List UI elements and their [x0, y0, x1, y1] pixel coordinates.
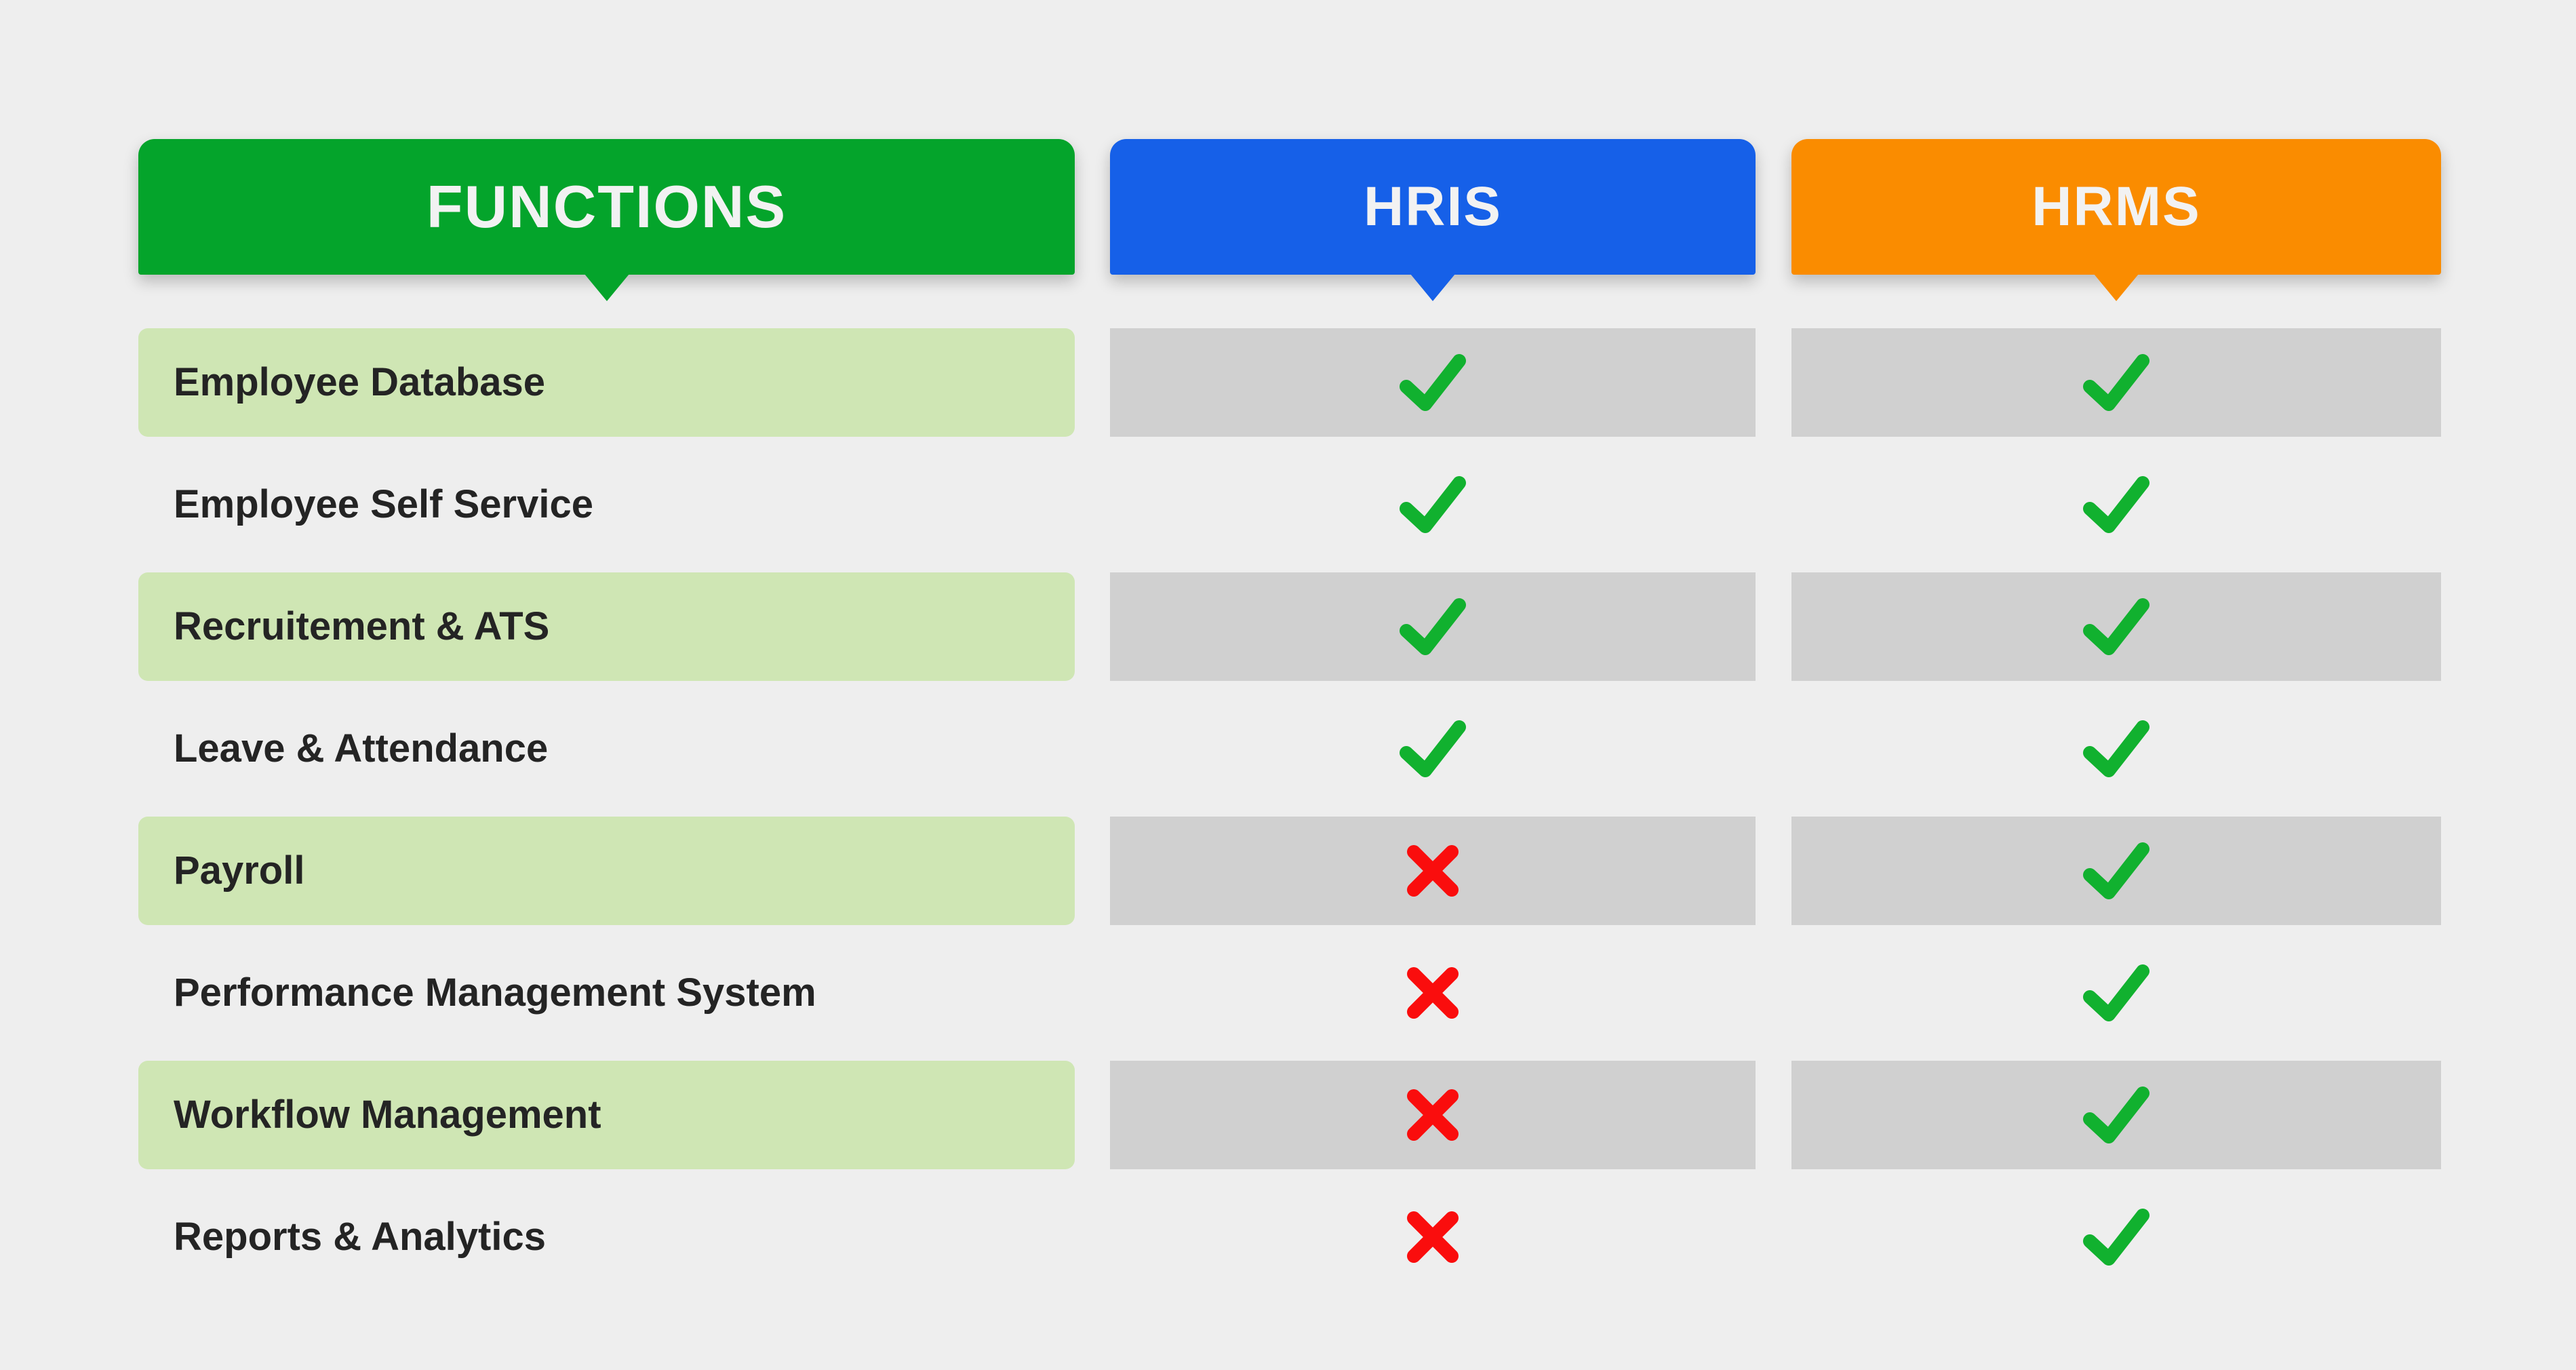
function-label: Payroll: [174, 848, 305, 893]
table-row: Recruitement & ATS: [0, 572, 2576, 694]
function-label: Reports & Analytics: [174, 1215, 546, 1259]
function-label: Workflow Management: [174, 1093, 601, 1137]
table-row: Workflow Management: [0, 1061, 2576, 1183]
column-header-hris-label: HRIS: [1364, 176, 1502, 237]
hrms-cell: [1791, 694, 2441, 803]
function-cell: Employee Self Service: [138, 450, 1075, 559]
header-pointer-hrms-icon: [2094, 274, 2139, 301]
hrms-cell: [1791, 328, 2441, 437]
function-cell: Reports & Analytics: [138, 1183, 1075, 1291]
hris-cell: [1110, 1061, 1756, 1169]
hris-cell: [1110, 817, 1756, 925]
function-label: Employee Self Service: [174, 482, 593, 526]
check-icon: [2083, 842, 2149, 899]
hris-cell: [1110, 328, 1756, 437]
function-label: Employee Database: [174, 360, 546, 404]
hrms-cell: [1791, 817, 2441, 925]
function-label: Leave & Attendance: [174, 726, 549, 770]
function-cell: Payroll: [138, 817, 1075, 925]
hris-cell: [1110, 694, 1756, 803]
table-row: Performance Management System: [0, 939, 2576, 1061]
hrms-cell: [1791, 450, 2441, 559]
check-icon: [1400, 476, 1466, 533]
hris-cell: [1110, 572, 1756, 681]
cross-icon: [1407, 1089, 1459, 1141]
table-body: Employee Database Employee Self Service Re…: [0, 328, 2576, 1305]
check-icon: [2083, 598, 2149, 655]
table-row: Employee Database: [0, 328, 2576, 450]
function-cell: Recruitement & ATS: [138, 572, 1075, 681]
column-header-hrms-label: HRMS: [2032, 176, 2201, 237]
function-cell: Leave & Attendance: [138, 694, 1075, 803]
column-header-functions: FUNCTIONS: [138, 139, 1075, 301]
check-icon: [2083, 964, 2149, 1021]
check-icon: [1400, 354, 1466, 411]
hrms-cell: [1791, 939, 2441, 1047]
header-pointer-hris-icon: [1410, 274, 1455, 301]
function-cell: Performance Management System: [138, 939, 1075, 1047]
table-header-row: FUNCTIONS HRIS HRMS: [0, 139, 2576, 305]
check-icon: [1400, 720, 1466, 777]
column-header-hris: HRIS: [1110, 139, 1756, 301]
hris-cell: [1110, 1183, 1756, 1291]
check-icon: [2083, 476, 2149, 533]
function-cell: Employee Database: [138, 328, 1075, 437]
hrms-cell: [1791, 572, 2441, 681]
cross-icon: [1407, 967, 1459, 1019]
check-icon: [2083, 354, 2149, 411]
function-label: Performance Management System: [174, 971, 816, 1015]
function-cell: Workflow Management: [138, 1061, 1075, 1169]
column-header-hrms: HRMS: [1791, 139, 2441, 301]
check-icon: [2083, 720, 2149, 777]
table-row: Employee Self Service: [0, 450, 2576, 572]
hrms-cell: [1791, 1061, 2441, 1169]
cross-icon: [1407, 1211, 1459, 1263]
function-label: Recruitement & ATS: [174, 604, 550, 648]
hris-cell: [1110, 450, 1756, 559]
column-header-functions-label: FUNCTIONS: [426, 173, 787, 240]
table-row: Payroll: [0, 817, 2576, 939]
hris-cell: [1110, 939, 1756, 1047]
check-icon: [1400, 598, 1466, 655]
check-icon: [2083, 1209, 2149, 1266]
check-icon: [2083, 1087, 2149, 1143]
comparison-table: FUNCTIONS HRIS HRMS Employee Database Emp…: [0, 0, 2576, 1370]
header-pointer-functions-icon: [584, 274, 629, 301]
table-row: Reports & Analytics: [0, 1183, 2576, 1305]
table-row: Leave & Attendance: [0, 694, 2576, 817]
hrms-cell: [1791, 1183, 2441, 1291]
cross-icon: [1407, 845, 1459, 897]
